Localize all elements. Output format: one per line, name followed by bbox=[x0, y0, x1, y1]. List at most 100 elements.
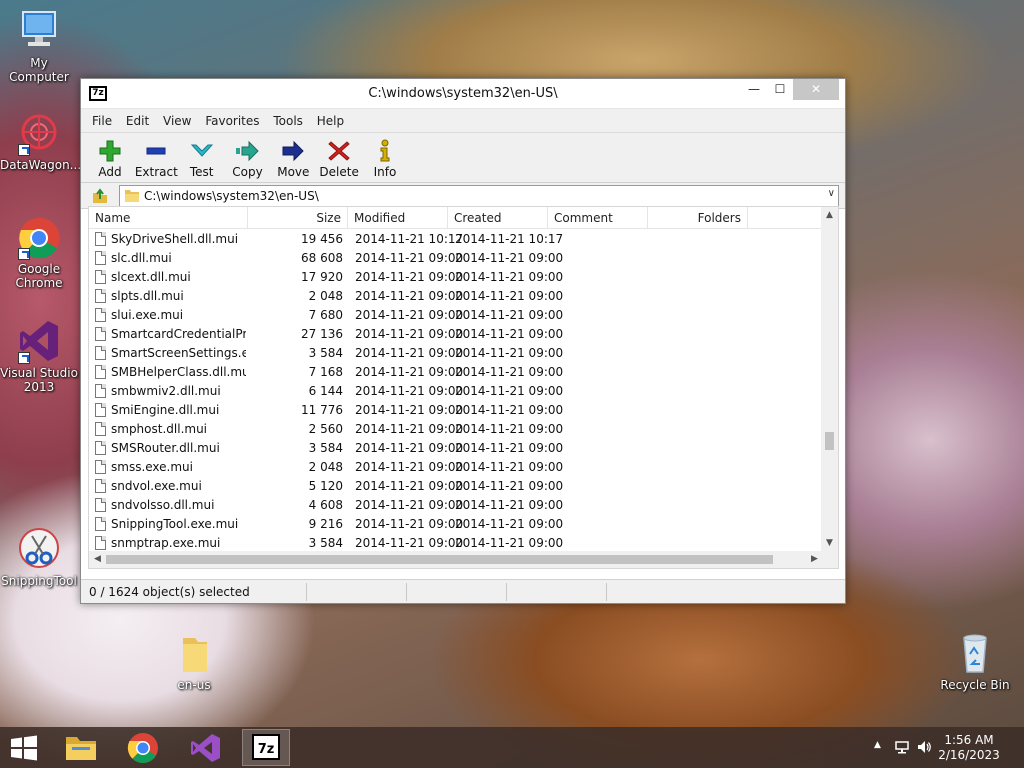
status-divider bbox=[606, 583, 607, 601]
file-icon bbox=[95, 346, 106, 360]
folder-up-button[interactable] bbox=[91, 187, 109, 205]
x-icon bbox=[326, 138, 352, 164]
desktop-icon-snipping-tool[interactable]: SnippingTool bbox=[0, 526, 78, 588]
horizontal-scroll-thumb[interactable] bbox=[106, 555, 773, 564]
extract-button[interactable]: Extract bbox=[135, 133, 178, 183]
add-label: Add bbox=[98, 165, 122, 179]
table-row[interactable]: SnippingTool.exe.mui 9 216 2014-11-21 09:0… bbox=[89, 515, 821, 534]
table-row[interactable]: SMBHelperClass.dll.mui 7 168 2014-11-21 09… bbox=[89, 363, 821, 382]
menu-tools[interactable]: Tools bbox=[268, 109, 308, 133]
desktop-icon-label: Visual Studio 2013 bbox=[0, 366, 78, 394]
start-button[interactable] bbox=[0, 729, 48, 766]
table-row[interactable]: slpts.dll.mui 2 048 2014-11-21 09:00 2014-1… bbox=[89, 287, 821, 306]
taskbar-7zip[interactable]: 7z bbox=[242, 729, 290, 766]
copy-label: Copy bbox=[232, 165, 263, 179]
desktop-icon-label: Google Chrome bbox=[15, 262, 63, 290]
scroll-down-icon[interactable]: ▼ bbox=[821, 535, 838, 552]
table-row[interactable]: smphost.dll.mui 2 560 2014-11-21 09:00 2014… bbox=[89, 420, 821, 439]
table-row[interactable]: SmartScreenSettings.ex... 3 584 2014-11-21… bbox=[89, 344, 821, 363]
desktop-icon-label: DataWagon... bbox=[0, 158, 82, 172]
windows-logo-icon bbox=[11, 735, 37, 761]
scroll-right-icon[interactable]: ▶ bbox=[806, 551, 823, 568]
menu-help[interactable]: Help bbox=[312, 109, 349, 133]
visual-studio-icon bbox=[16, 318, 62, 364]
file-name: SmartScreenSettings.ex... bbox=[111, 346, 246, 360]
table-row[interactable]: slcext.dll.mui 17 920 2014-11-21 09:00 2014… bbox=[89, 268, 821, 287]
menu-file[interactable]: File bbox=[87, 109, 117, 133]
desktop-icon-en-us-folder[interactable]: en-us bbox=[155, 630, 233, 692]
column-header-created[interactable]: Created bbox=[448, 207, 548, 229]
menu-view[interactable]: View bbox=[158, 109, 196, 133]
close-button[interactable]: ✕ bbox=[793, 79, 839, 100]
selection-status: 0 / 1624 object(s) selected bbox=[89, 585, 250, 599]
delete-button[interactable]: Delete bbox=[318, 133, 360, 183]
desktop-icon-visual-studio[interactable]: Visual Studio 2013 bbox=[0, 318, 78, 394]
file-icon bbox=[95, 498, 106, 512]
chrome-icon bbox=[16, 214, 62, 260]
desktop-icon-recycle-bin[interactable]: Recycle Bin bbox=[936, 630, 1014, 692]
taskbar-visual-studio[interactable] bbox=[181, 729, 229, 766]
shortcut-arrow-icon bbox=[18, 144, 30, 156]
file-size: 2 048 bbox=[308, 289, 343, 303]
menu-edit[interactable]: Edit bbox=[121, 109, 154, 133]
file-icon bbox=[95, 460, 106, 474]
info-button[interactable]: Info bbox=[364, 133, 406, 183]
desktop-icon-label: SnippingTool bbox=[1, 574, 77, 588]
file-modified: 2014-11-21 09:00 bbox=[355, 270, 464, 284]
vertical-scroll-thumb[interactable] bbox=[825, 432, 834, 450]
desktop-icon-datawagon[interactable]: DataWagon... bbox=[0, 110, 82, 172]
show-hidden-icons-icon[interactable]: ▲ bbox=[874, 740, 881, 750]
add-button[interactable]: Add bbox=[89, 133, 131, 183]
file-icon bbox=[95, 289, 106, 303]
volume-icon[interactable] bbox=[916, 739, 932, 758]
chevron-down-icon[interactable]: ∨ bbox=[828, 188, 835, 199]
taskbar-file-explorer[interactable] bbox=[57, 729, 105, 766]
table-row[interactable]: sndvol.exe.mui 5 120 2014-11-21 09:00 2014-… bbox=[89, 477, 821, 496]
file-list: Name Size Modified Created Comment Folde… bbox=[88, 206, 839, 569]
file-name: smbwmiv2.dll.mui bbox=[111, 384, 221, 398]
horizontal-scrollbar[interactable]: ◀ ▶ bbox=[89, 551, 838, 568]
scroll-left-icon[interactable]: ◀ bbox=[89, 551, 106, 568]
scroll-up-icon[interactable]: ▲ bbox=[821, 207, 838, 224]
status-divider bbox=[306, 583, 307, 601]
column-header-modified[interactable]: Modified bbox=[348, 207, 448, 229]
test-button[interactable]: Test bbox=[181, 133, 223, 183]
table-row[interactable]: smbwmiv2.dll.mui 6 144 2014-11-21 09:00 201… bbox=[89, 382, 821, 401]
move-button[interactable]: Move bbox=[272, 133, 314, 183]
title-bar[interactable]: 7z C:\windows\system32\en-US\ — ☐ ✕ bbox=[81, 79, 845, 109]
table-row[interactable]: SmartcardCredentialPro... 27 136 2014-11-2… bbox=[89, 325, 821, 344]
taskbar-chrome[interactable] bbox=[119, 729, 167, 766]
taskbar-clock[interactable]: 1:56 AM 2/16/2023 bbox=[934, 733, 1004, 763]
table-row[interactable]: SMSRouter.dll.mui 3 584 2014-11-21 09:00 20… bbox=[89, 439, 821, 458]
svg-text:7z: 7z bbox=[258, 742, 275, 757]
table-row[interactable]: sndvolsso.dll.mui 4 608 2014-11-21 09:00 20… bbox=[89, 496, 821, 515]
file-created: 2014-11-21 09:00 bbox=[455, 422, 564, 436]
file-created: 2014-11-21 09:00 bbox=[455, 441, 564, 455]
file-modified: 2014-11-21 09:00 bbox=[355, 251, 464, 265]
network-icon[interactable] bbox=[894, 739, 910, 758]
column-header-folders[interactable]: Folders bbox=[648, 207, 748, 229]
table-row[interactable]: slc.dll.mui 68 608 2014-11-21 09:00 2014-11… bbox=[89, 249, 821, 268]
table-row[interactable]: smss.exe.mui 2 048 2014-11-21 09:00 2014-11… bbox=[89, 458, 821, 477]
clock-time: 1:56 AM bbox=[944, 733, 994, 747]
address-input[interactable]: C:\windows\system32\en-US\ ∨ bbox=[119, 185, 839, 207]
minimize-button[interactable]: — bbox=[741, 79, 767, 100]
copy-button[interactable]: Copy bbox=[226, 133, 268, 183]
file-created: 2014-11-21 09:00 bbox=[455, 251, 564, 265]
file-name: SMBHelperClass.dll.mui bbox=[111, 365, 246, 379]
column-header-size[interactable]: Size bbox=[248, 207, 348, 229]
vertical-scrollbar[interactable]: ▲ ▼ bbox=[821, 207, 838, 552]
column-header-comment[interactable]: Comment bbox=[548, 207, 648, 229]
table-row[interactable]: SmiEngine.dll.mui 11 776 2014-11-21 09:00 2… bbox=[89, 401, 821, 420]
desktop-icon-my-computer[interactable]: My Computer bbox=[0, 8, 78, 84]
recycle-bin-icon bbox=[952, 630, 998, 676]
column-header-name[interactable]: Name bbox=[89, 207, 248, 229]
file-created: 2014-11-21 09:00 bbox=[455, 346, 564, 360]
menu-favorites[interactable]: Favorites bbox=[200, 109, 264, 133]
table-row[interactable]: slui.exe.mui 7 680 2014-11-21 09:00 2014-11… bbox=[89, 306, 821, 325]
desktop-icon-google-chrome[interactable]: Google Chrome bbox=[0, 214, 78, 290]
file-created: 2014-11-21 09:00 bbox=[455, 365, 564, 379]
visual-studio-icon bbox=[191, 734, 220, 762]
table-row[interactable]: SkyDriveShell.dll.mui 19 456 2014-11-21 10… bbox=[89, 230, 821, 249]
maximize-button[interactable]: ☐ bbox=[767, 79, 793, 100]
